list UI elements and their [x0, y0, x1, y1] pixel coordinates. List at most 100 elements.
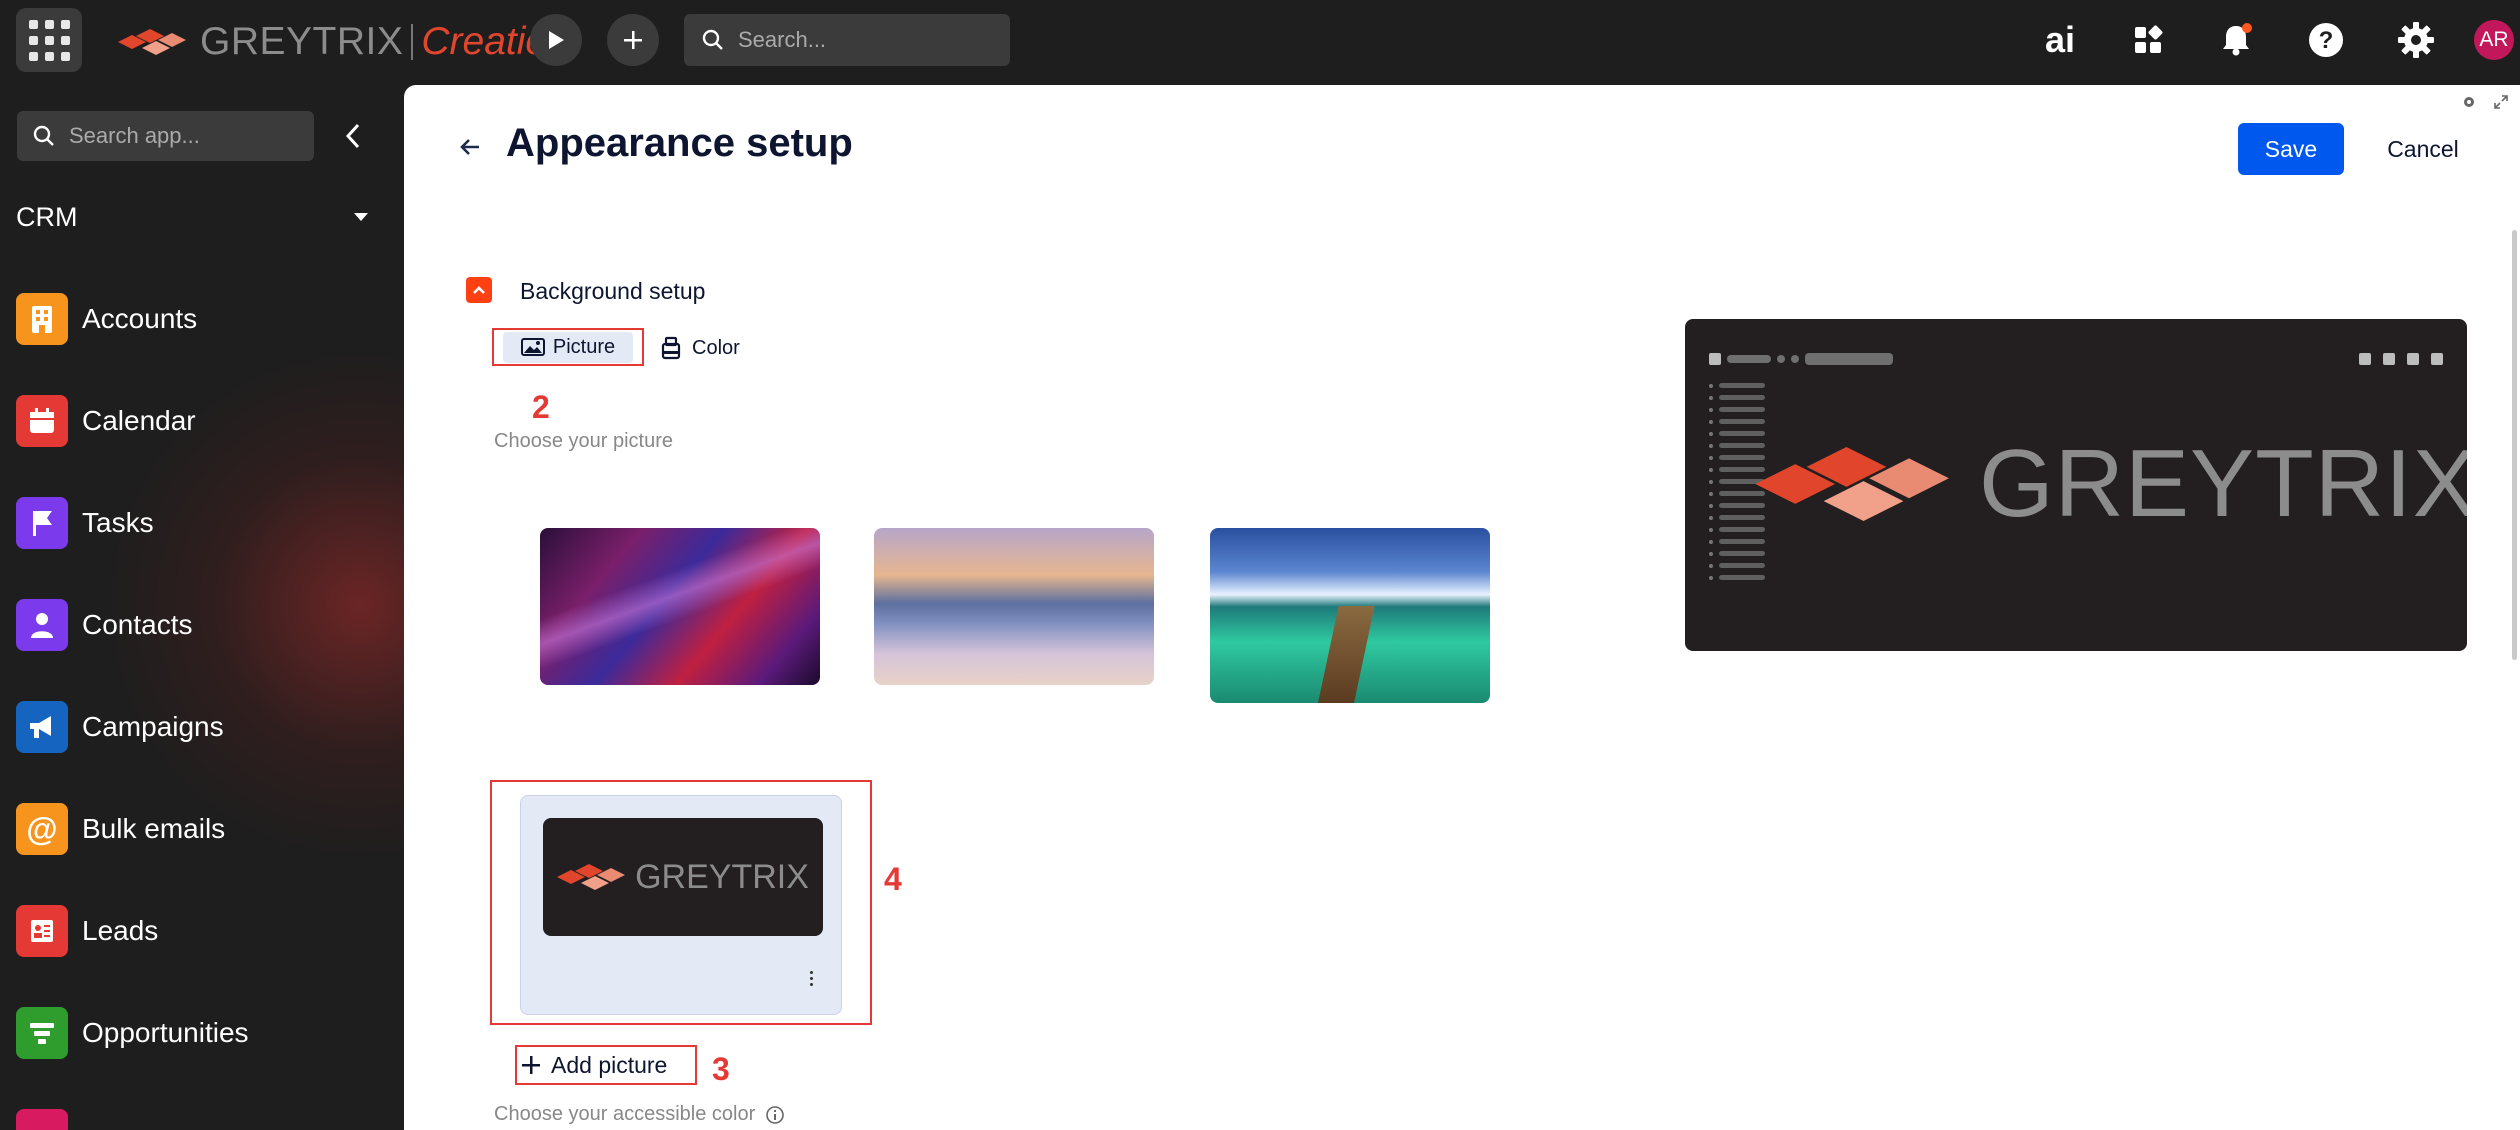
apps-button[interactable]	[2126, 18, 2170, 62]
sidebar-item-campaigns[interactable]: Campaigns	[16, 697, 386, 757]
app-grid-button[interactable]	[16, 8, 82, 72]
choose-color-text: Choose your accessible color	[494, 1103, 756, 1125]
search-icon	[702, 29, 723, 50]
global-search-input[interactable]	[738, 27, 988, 53]
save-button[interactable]: Save	[2238, 123, 2344, 175]
create-new-button[interactable]	[607, 14, 659, 66]
user-avatar[interactable]: AR	[2474, 20, 2514, 60]
selected-picture-thumbnail: GREYTRIX	[543, 818, 823, 936]
notifications-button[interactable]	[2214, 18, 2258, 62]
person-icon	[16, 599, 68, 651]
gear-icon	[2398, 22, 2434, 58]
info-icon[interactable]	[765, 1105, 785, 1125]
more-options-icon[interactable]	[801, 966, 821, 990]
appearance-preview: GREYTRIX	[1685, 319, 2467, 651]
sidebar-item-opportunities[interactable]: Opportunities	[16, 1003, 386, 1063]
image-icon	[520, 338, 545, 356]
preview-brand-name: GREYTRIX	[1979, 430, 2467, 537]
sidebar-item-label: Bulk emails	[82, 813, 226, 844]
sidebar-item-tasks[interactable]: Tasks	[16, 493, 386, 553]
calendar-icon	[16, 395, 68, 447]
sidebar-item-contacts[interactable]: Contacts	[16, 595, 386, 655]
flag-icon	[16, 497, 68, 549]
svg-text:?: ?	[2319, 27, 2334, 54]
add-picture-button[interactable]: Add picture	[515, 1045, 697, 1085]
tab-picture-label: Picture	[552, 335, 616, 358]
cancel-button[interactable]: Cancel	[2370, 123, 2476, 175]
vertical-scrollbar[interactable]	[2512, 230, 2517, 660]
sidebar-search-input[interactable]	[69, 123, 309, 149]
sidebar-item-calendar[interactable]: Calendar	[16, 391, 386, 451]
chevron-left-icon	[345, 123, 360, 149]
collapse-sidebar-button[interactable]	[336, 119, 370, 153]
sidebar-item-label: Opportunities	[82, 1017, 249, 1048]
preview-top-icons	[2359, 353, 2443, 365]
annotation-marker: 4	[884, 861, 902, 897]
greytrix-diamond-icon	[1755, 447, 1949, 521]
brand-logo[interactable]: GREYTRIX Creatio	[118, 18, 547, 66]
choose-picture-label: Choose your picture	[494, 430, 673, 452]
tab-picture[interactable]: Picture	[492, 328, 644, 366]
sidebar-item-label: Accounts	[82, 303, 198, 334]
paint-bucket-icon	[661, 336, 681, 360]
workspace-label: CRM	[16, 201, 78, 232]
global-search[interactable]	[684, 14, 1010, 66]
sidebar-item-leads[interactable]: Leads	[16, 901, 386, 961]
play-icon	[549, 31, 564, 49]
small-gear-icon[interactable]	[2462, 95, 2476, 109]
settings-button[interactable]	[2394, 18, 2438, 62]
brand-divider	[411, 24, 414, 60]
picture-option-tropical-pier[interactable]	[1210, 528, 1490, 703]
section-title: Background setup	[520, 278, 706, 304]
at-sign-icon: @	[16, 803, 68, 855]
help-button[interactable]: ?	[2304, 18, 2348, 62]
selected-picture-card[interactable]: GREYTRIX	[520, 795, 842, 1015]
sidebar-item-label: Campaigns	[82, 711, 224, 742]
sidebar-search[interactable]	[17, 111, 314, 161]
sidebar-item-bulk-emails[interactable]: @ Bulk emails	[16, 799, 386, 859]
plus-icon	[624, 31, 642, 49]
sidebar-item-label: Leads	[82, 915, 159, 946]
chevron-up-icon	[473, 286, 485, 294]
panel-corner-controls	[2462, 95, 2508, 109]
megaphone-icon	[16, 701, 68, 753]
sidebar-item-label: Contacts	[82, 609, 193, 640]
funnel-icon	[16, 1007, 68, 1059]
picture-option-misty-mountains[interactable]	[874, 528, 1154, 685]
page-title: Appearance setup	[506, 121, 853, 165]
brand-product: Creatio	[421, 20, 548, 63]
building-icon	[16, 293, 68, 345]
tab-color-label: Color	[692, 336, 740, 359]
preview-logo: GREYTRIX	[1755, 429, 2467, 539]
expand-icon[interactable]	[2494, 95, 2508, 109]
bell-icon	[2223, 23, 2252, 56]
tab-color[interactable]: Color	[660, 332, 740, 364]
ai-icon: ai	[2044, 19, 2076, 60]
tab-picture-pill: Picture	[502, 331, 634, 363]
run-process-button[interactable]	[530, 14, 582, 66]
pier-shape	[1317, 606, 1375, 703]
annotation-marker: 2	[532, 389, 550, 425]
sidebar-item-accounts[interactable]: Accounts	[16, 289, 386, 349]
choose-color-label: Choose your accessible color	[494, 1103, 785, 1126]
lead-card-icon	[16, 905, 68, 957]
brand-name: GREYTRIX	[200, 20, 404, 63]
ai-button[interactable]: ai	[2038, 18, 2082, 62]
selected-picture-brand: GREYTRIX	[635, 857, 809, 896]
picture-option-abstract-waves[interactable]	[540, 528, 820, 685]
sidebar-item-label: Calendar	[82, 405, 196, 436]
sidebar-item-partial[interactable]	[16, 1105, 386, 1130]
workspace-selector[interactable]: CRM	[16, 197, 368, 237]
back-button[interactable]	[452, 129, 488, 165]
help-icon: ?	[2309, 23, 2343, 57]
search-icon	[33, 125, 54, 146]
sidebar: CRM Accounts Calendar Tasks Contacts Cam…	[0, 85, 404, 1130]
add-picture-label: Add picture	[551, 1051, 668, 1078]
section-collapse-button[interactable]	[466, 277, 492, 303]
apps-icon	[2135, 25, 2163, 53]
plus-icon	[522, 1056, 540, 1074]
main-panel: Appearance setup Save Cancel Background …	[404, 85, 2520, 1130]
top-bar: GREYTRIX Creatio ai ?	[0, 0, 2520, 85]
greytrix-diamond-icon	[557, 864, 626, 890]
arrow-left-icon	[460, 139, 479, 155]
